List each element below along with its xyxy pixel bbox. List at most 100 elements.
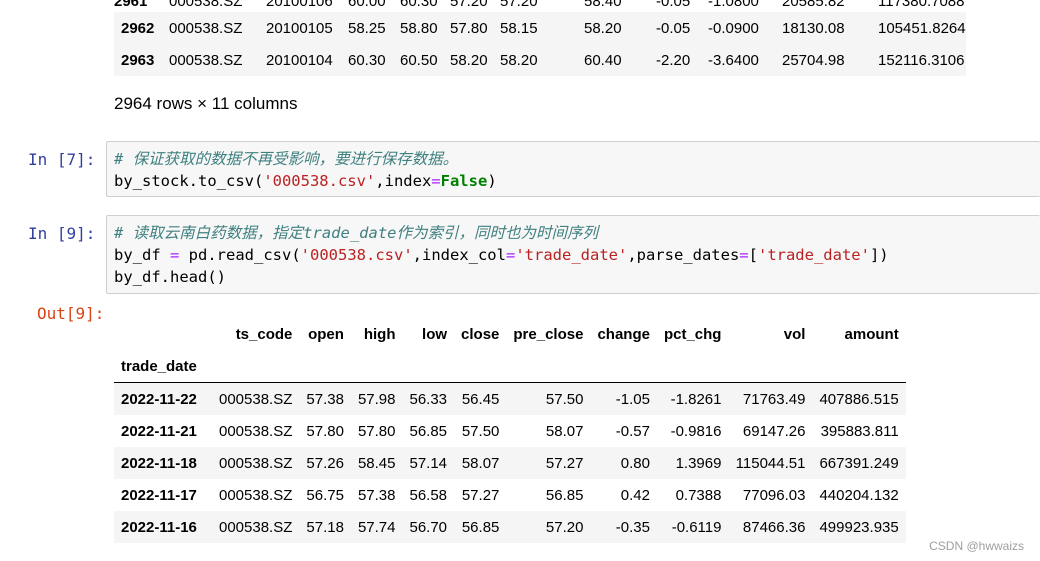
table-row: 2022-11-21 000538.SZ 57.80 57.80 56.85 57.50 5… [114,415,906,447]
table-row: 2962 000538.SZ 20100105 58.25 58.80 57.8… [114,12,966,44]
input-prompt: In [7]: [28,150,96,169]
table-cell: -0.9816 [670,422,722,440]
table-cell: 57.18 [306,518,344,536]
table-cell: 57.80 [306,422,344,440]
table-cell: -1.8261 [670,390,722,408]
column-header: change [597,325,650,343]
column-header: pct_chg [663,325,722,343]
table-row: 2022-11-18 000538.SZ 57.26 58.45 57.14 58.07 5… [114,447,906,479]
code-text: [ [748,246,758,264]
table-cell: 152116.3106 [878,51,965,69]
code-comment: # 保证获取的数据不再受影响，要进行保存数据。 [114,150,459,168]
table-cell: 58.15 [500,19,538,37]
table-cell: 60.00 [348,0,386,10]
table-cell: -1.05 [615,390,650,408]
table-cell: 20100105 [266,19,333,37]
code-text: by_df.head() [114,268,226,286]
table-cell: 58.45 [357,454,396,472]
table-cell: -0.05 [656,19,691,37]
table-row: 2022-11-16 000538.SZ 57.18 57.74 56.70 56.85 5… [114,511,906,543]
column-header: vol [783,325,806,343]
table-cell: 60.30 [400,0,438,10]
table-cell: 57.14 [409,454,448,472]
table-row: 2022-11-22 000538.SZ 57.38 57.98 56.33 56.45 5… [114,382,906,415]
table-cell: 56.58 [409,486,448,504]
code-string: 'trade_date' [757,246,870,264]
table-cell: 57.50 [545,390,584,408]
table-cell: 0.80 [620,454,650,472]
table-cell: 440204.132 [819,486,899,504]
table-cell: 56.33 [409,390,448,408]
code-text: by_df [114,246,170,264]
row-index: 2022-11-22 [121,390,197,408]
column-header: pre_close [513,325,584,343]
watermark: CSDN @hwwaizs [929,539,1024,553]
table-cell: 57.80 [450,19,488,37]
index-name-row: trade_date [114,350,906,383]
code-text: ) [487,172,497,190]
table-cell: 000538.SZ [219,454,293,472]
table-cell: 57.26 [306,454,344,472]
table-cell: 87466.36 [742,518,806,536]
table-cell: 000538.SZ [219,486,293,504]
code-operator: = [431,172,441,190]
column-header: close [461,325,500,343]
column-header: open [308,325,344,343]
code-editor[interactable]: # 读取云南白药数据，指定trade_date作为索引，同时也为时间序列 by_… [106,215,1040,294]
row-index: 2022-11-21 [121,422,197,440]
table-cell: -1.0800 [708,0,759,10]
table-cell: 000538.SZ [219,518,293,536]
code-text: ,index_col [412,246,506,264]
table-cell: 58.07 [545,422,584,440]
table-cell: 115044.51 [735,454,806,472]
code-operator: = [170,246,180,264]
table-cell: 57.20 [545,518,584,536]
table-cell: 56.85 [409,422,448,440]
table-row: 2022-11-17 000538.SZ 56.75 57.38 56.58 57.27 5… [114,479,906,511]
table-cell: 58.80 [400,19,438,37]
table-cell: 117380.7088 [878,0,965,10]
table-cell: 1.3969 [675,454,722,472]
row-index: 2022-11-18 [121,454,197,472]
table-cell: 57.38 [306,390,344,408]
table-cell: 57.74 [357,518,396,536]
code-keyword: False [440,172,488,190]
table-cell: 60.40 [584,51,622,69]
input-prompt: In [9]: [28,224,96,243]
column-header: amount [844,325,899,343]
table-cell: 000538.SZ [169,19,243,37]
table-cell: 000538.SZ [219,422,293,440]
table-cell: 57.20 [500,0,538,10]
table-cell: 57.27 [461,486,500,504]
table-cell: 20585.82 [782,0,845,10]
row-index: 2962 [121,19,155,37]
table-row: 2963 000538.SZ 20100104 60.30 60.50 58.2… [114,44,966,76]
table-cell: 58.25 [348,19,386,37]
table-cell: -3.6400 [708,51,759,69]
row-index: 2963 [121,51,155,69]
table-cell: 000538.SZ [219,390,293,408]
table-cell: 57.80 [357,422,396,440]
table-cell: -0.05 [656,0,691,10]
column-header: low [422,325,448,343]
table-row: 2961 000538.SZ 20100106 60.00 60.30 57.2… [114,0,966,12]
row-index: 2022-11-17 [121,486,197,504]
row-index: 2961 [114,0,148,10]
table-cell: 69147.26 [742,422,806,440]
table-cell: -0.57 [615,422,650,440]
code-text: ,parse_dates [627,246,740,264]
table-cell: 18130.08 [782,19,845,37]
table-cell: 60.50 [400,51,438,69]
table-cell: -0.6119 [671,518,722,536]
table-cell: 57.50 [461,422,500,440]
table-cell: 57.20 [450,0,488,10]
table-cell: 57.27 [545,454,584,472]
table-cell: -0.0900 [708,19,759,37]
table-cell: 58.20 [500,51,538,69]
code-editor[interactable]: # 保证获取的数据不再受影响，要进行保存数据。 by_stock.to_csv(… [106,141,1040,197]
header-row: ts_code open high low close pre_close ch… [114,318,906,350]
table-cell: 56.85 [545,486,584,504]
column-header: high [363,325,396,343]
table-cell: 58.40 [584,0,622,10]
table-cell: -0.35 [615,518,650,536]
